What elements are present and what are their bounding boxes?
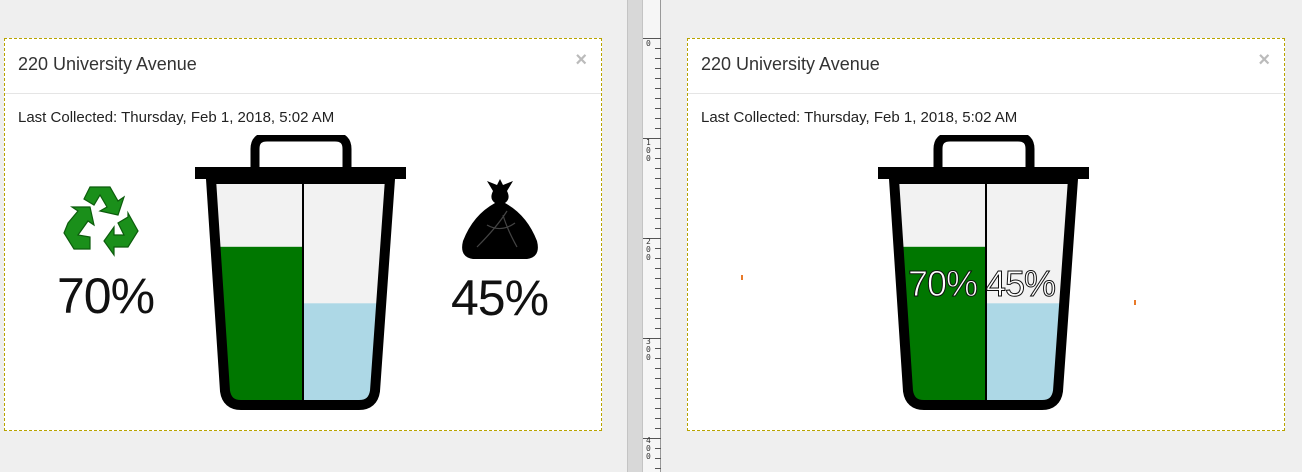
last-collected-text: Last Collected: Thursday, Feb 1, 2018, 5…	[18, 109, 335, 126]
ruler-label-400: 400	[646, 436, 651, 461]
split-divider[interactable]	[627, 0, 643, 472]
stray-mark	[741, 275, 743, 280]
trash-level-fill	[303, 303, 390, 405]
recycle-percent: 70%	[57, 268, 155, 324]
trash-percent: 45%	[985, 263, 1056, 305]
popup-title: 220 University Avenue	[18, 54, 197, 74]
recycle-level-fill	[211, 246, 303, 405]
ruler-ticks	[643, 38, 661, 469]
trash-bag-icon	[462, 179, 538, 259]
recycle-percent: 70%	[907, 263, 978, 305]
bin-info-popup-right: 220 University Avenue × Last Collected: …	[687, 38, 1285, 431]
popup-title: 220 University Avenue	[701, 54, 880, 74]
ruler-label-300: 300	[646, 337, 651, 362]
vertical-ruler: 0 100 200 300 400	[643, 0, 661, 472]
trash-percent: 45%	[451, 270, 549, 326]
popup-header: 220 University Avenue ×	[688, 39, 1284, 94]
popup-header: 220 University Avenue ×	[5, 39, 601, 94]
bin-gauge	[195, 135, 406, 410]
close-icon[interactable]: ×	[1258, 50, 1270, 70]
recycle-icon	[63, 186, 139, 257]
ruler-label-100: 100	[646, 138, 651, 163]
stray-mark	[1134, 300, 1136, 305]
close-icon[interactable]: ×	[575, 50, 587, 70]
trash-level-fill	[986, 303, 1073, 405]
ruler-label-200: 200	[646, 237, 651, 262]
last-collected-text: Last Collected: Thursday, Feb 1, 2018, 5…	[701, 109, 1018, 126]
ruler-label-0: 0	[646, 39, 651, 48]
bin-info-popup-left: 220 University Avenue × Last Collected: …	[4, 38, 602, 431]
